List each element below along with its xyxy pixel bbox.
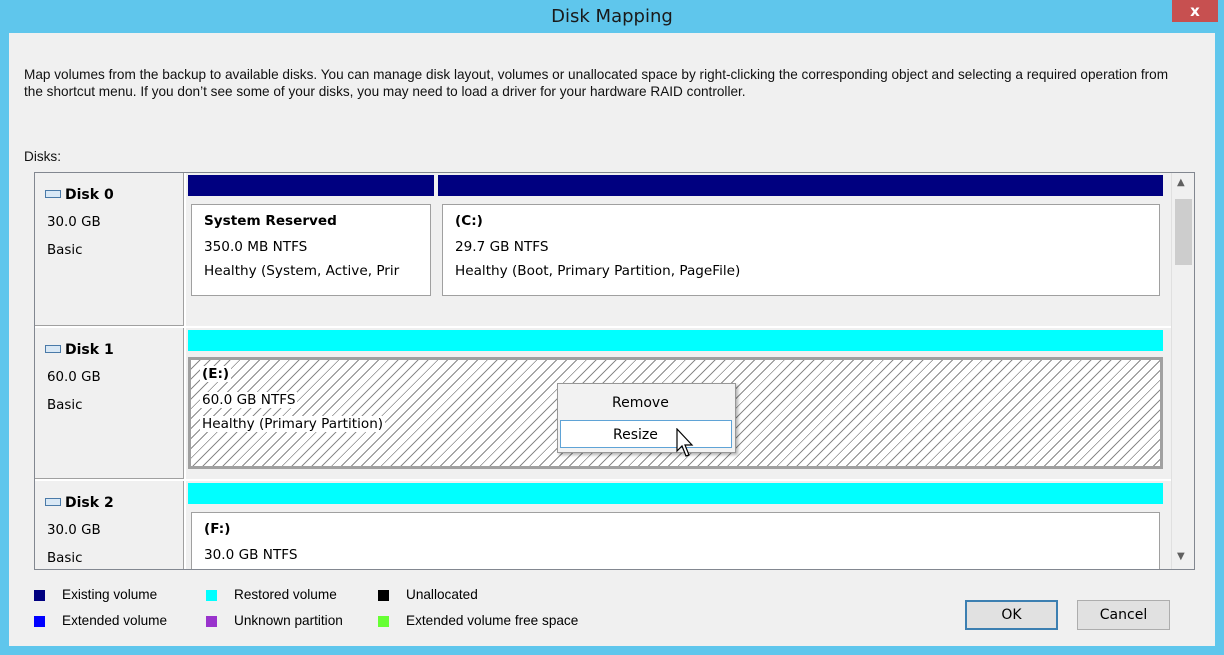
hard-disk-icon [45, 498, 61, 506]
disk-info-1[interactable]: Disk 1 60.0 GB Basic [35, 328, 184, 479]
swatch [378, 590, 389, 601]
window-title: Disk Mapping [551, 6, 673, 27]
volume-bar-system-reserved[interactable] [188, 175, 434, 196]
volume-bar-f[interactable] [188, 483, 1163, 504]
volume-name: (E:) [200, 366, 232, 382]
volume-area-0: System Reserved 350.0 MB NTFS Healthy (S… [186, 173, 1171, 326]
disk-type: Basic [47, 551, 83, 566]
volume-status: Healthy (Boot, Primary Partition, PageFi… [455, 263, 741, 279]
title-bar[interactable]: Disk Mapping x [0, 0, 1224, 33]
description-text: Map volumes from the backup to available… [24, 67, 1169, 99]
close-button[interactable]: x [1172, 0, 1218, 22]
volume-name: System Reserved [204, 213, 337, 229]
scroll-up-icon[interactable]: ▲ [1177, 177, 1185, 188]
disk-list[interactable]: Disk 0 30.0 GB Basic System Reserved 350… [34, 172, 1195, 570]
volume-name: (F:) [204, 521, 231, 537]
disk-info-0[interactable]: Disk 0 30.0 GB Basic [35, 173, 184, 326]
volume-bar-c[interactable] [438, 175, 1163, 196]
disk-info-2[interactable]: Disk 2 30.0 GB Basic [35, 481, 184, 569]
volume-status: Healthy (Primary Partition) [200, 416, 386, 432]
volume-filesystem: 29.7 GB NTFS [455, 239, 549, 255]
disk-size: 30.0 GB [47, 523, 101, 538]
disk-type: Basic [47, 398, 83, 413]
volume-system-reserved[interactable]: System Reserved 350.0 MB NTFS Healthy (S… [191, 204, 431, 296]
swatch [206, 616, 217, 627]
scroll-down-icon[interactable]: ▼ [1177, 551, 1185, 562]
disk-type: Basic [47, 243, 83, 258]
volume-filesystem: 60.0 GB NTFS [200, 392, 298, 408]
swatch [378, 616, 389, 627]
disk-name: Disk 2 [65, 495, 114, 511]
volume-c[interactable]: (C:) 29.7 GB NTFS Healthy (Boot, Primary… [442, 204, 1160, 296]
disk-mapping-window: Disk Mapping x Map volumes from the back… [0, 0, 1224, 655]
volume-bar-e[interactable] [188, 330, 1163, 351]
menu-item-remove[interactable]: Remove [560, 389, 732, 417]
swatch [34, 616, 45, 627]
swatch [206, 590, 217, 601]
volume-f[interactable]: (F:) 30.0 GB NTFS [191, 512, 1160, 569]
disk-name: Disk 1 [65, 342, 114, 358]
disk-size: 60.0 GB [47, 370, 101, 385]
volume-status: Healthy (System, Active, Prir [204, 263, 400, 279]
volume-name: (C:) [455, 213, 483, 229]
disk-name: Disk 0 [65, 187, 114, 203]
hard-disk-icon [45, 190, 61, 198]
disks-label: Disks: [24, 149, 62, 164]
cancel-button[interactable]: Cancel [1077, 600, 1170, 630]
volume-area-2: (F:) 30.0 GB NTFS [186, 481, 1171, 569]
disk-size: 30.0 GB [47, 215, 101, 230]
volume-filesystem: 30.0 GB NTFS [204, 547, 298, 563]
swatch [34, 590, 45, 601]
mouse-cursor-icon [676, 428, 694, 457]
vertical-scrollbar[interactable]: ▲ ▼ [1171, 173, 1194, 569]
disk-row-0[interactable]: Disk 0 30.0 GB Basic System Reserved 350… [35, 173, 1171, 326]
volume-filesystem: 350.0 MB NTFS [204, 239, 308, 255]
context-menu: Remove Resize [557, 383, 736, 453]
menu-item-resize[interactable]: Resize [560, 420, 732, 448]
ok-button[interactable]: OK [965, 600, 1058, 630]
scroll-thumb[interactable] [1175, 199, 1192, 265]
hard-disk-icon [45, 345, 61, 353]
disk-row-2[interactable]: Disk 2 30.0 GB Basic (F:) 30.0 GB NTFS [35, 481, 1171, 569]
